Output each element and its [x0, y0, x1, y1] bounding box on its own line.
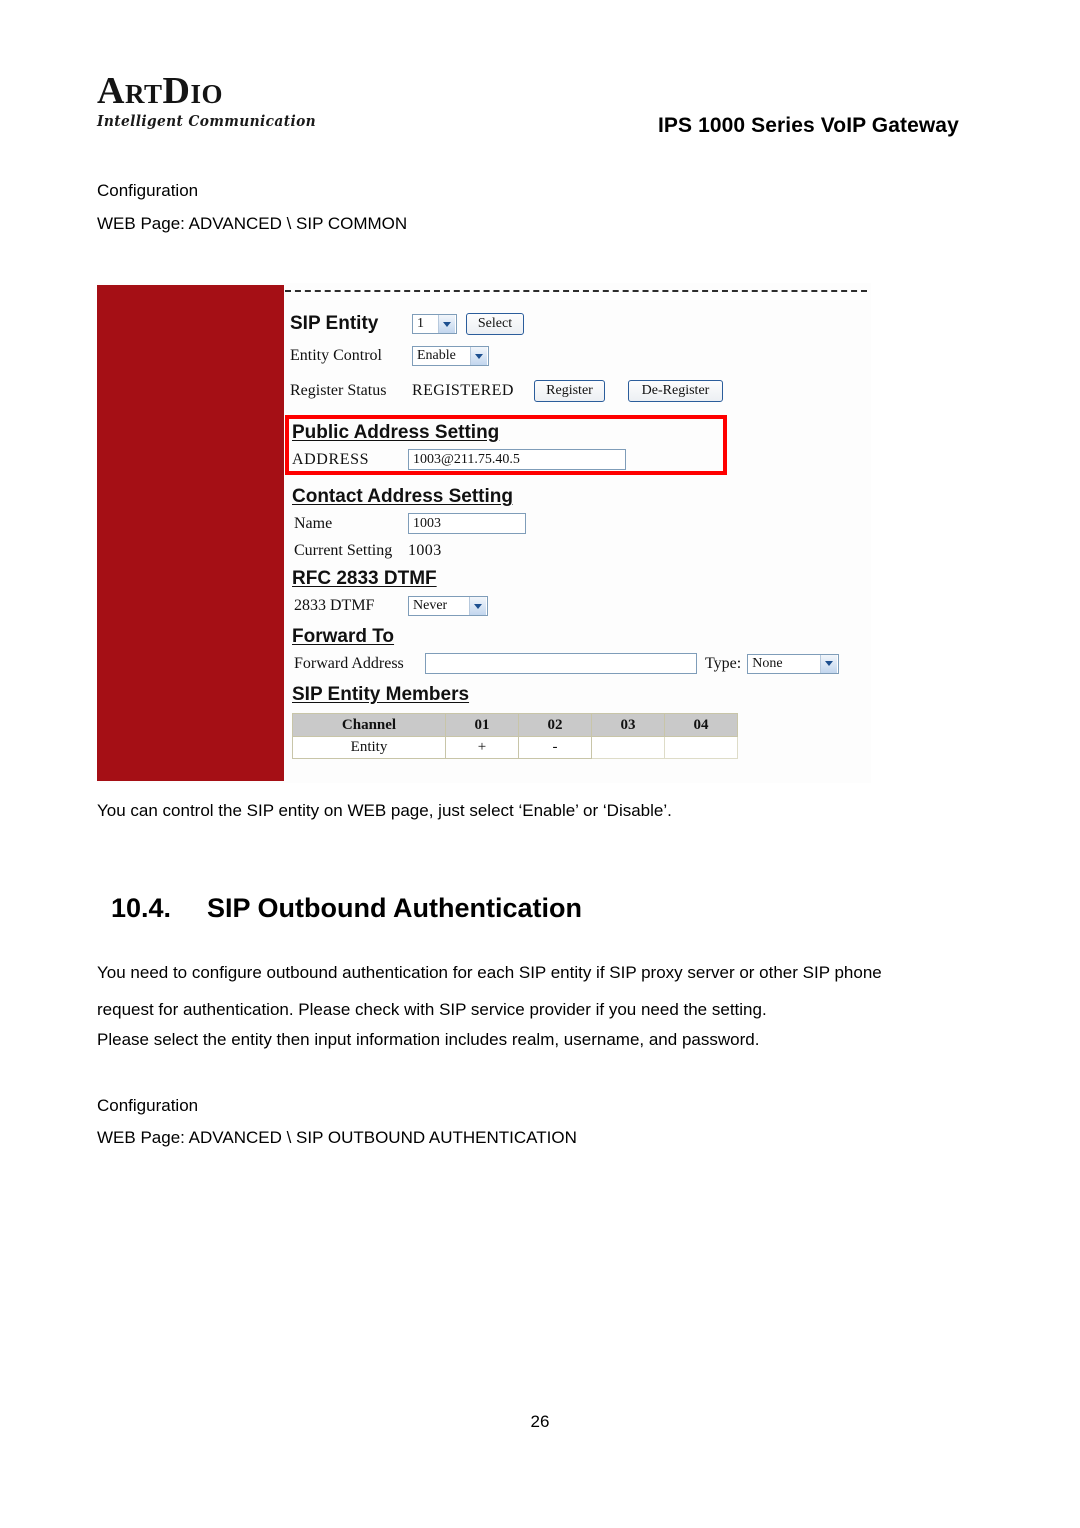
logo-letters-io: IO — [190, 79, 223, 109]
column-header-03: 03 — [591, 713, 665, 737]
chevron-down-icon — [820, 654, 838, 673]
forward-address-label: Forward Address — [294, 654, 404, 672]
address-input[interactable]: 1003@211.75.40.5 — [408, 449, 626, 470]
logo-wordmark: ARTDIO — [97, 72, 297, 110]
forward-type-label: Type: — [705, 654, 742, 672]
entity-cell-04[interactable] — [664, 736, 738, 759]
chevron-down-icon — [470, 347, 487, 365]
forward-address-input[interactable] — [425, 653, 697, 674]
web-page-path-top: WEB Page: ADVANCED \ SIP COMMON — [97, 214, 408, 233]
public-address-row: ADDRESS 1003@211.75.40.5 — [292, 449, 626, 470]
forward-type-select[interactable]: None — [747, 653, 840, 674]
dtmf-label: 2833 DTMF — [294, 597, 375, 614]
logo-letter-a: A — [97, 70, 125, 112]
table-row: Entity + - — [292, 736, 738, 759]
register-status-value: REGISTERED — [412, 382, 514, 399]
entity-cell-02[interactable]: - — [518, 736, 592, 759]
column-header-02: 02 — [518, 713, 592, 737]
column-header-01: 01 — [445, 713, 519, 737]
entity-control-value: Enable — [417, 348, 456, 363]
dashed-divider — [285, 290, 867, 292]
entity-control-row: Entity Control Enable — [290, 346, 489, 366]
app-sidebar-panel — [97, 285, 284, 781]
register-button[interactable]: Register — [534, 380, 605, 402]
deregister-button[interactable]: De-Register — [628, 380, 723, 402]
forward-to-heading: Forward To — [292, 626, 395, 647]
row-label-entity: Entity — [292, 736, 446, 759]
chevron-down-icon — [438, 315, 455, 333]
name-label: Name — [294, 514, 333, 532]
rfc2833-heading: RFC 2833 DTMF — [292, 568, 437, 589]
register-status-label: Register Status — [290, 382, 387, 399]
entity-control-select[interactable]: Enable — [412, 346, 489, 366]
logo-letters-rt: RT — [124, 79, 163, 109]
forward-type-value: None — [752, 655, 783, 671]
sip-entity-members-table: Channel 01 02 03 04 Entity + - — [292, 713, 738, 759]
entity-cell-01[interactable]: + — [445, 736, 519, 759]
select-button[interactable]: Select — [466, 313, 524, 335]
section-number: 10.4. — [111, 893, 172, 923]
dtmf-row: 2833 DTMF Never — [294, 596, 488, 616]
sip-entity-row: SIP Entity 1 Select — [290, 313, 524, 335]
chevron-down-icon — [469, 597, 486, 615]
section-heading: 10.4. SIP Outbound Authentication — [111, 893, 582, 924]
section-title: SIP Outbound Authentication — [207, 893, 582, 923]
contact-name-row: Name 1003 — [294, 513, 526, 534]
dtmf-value: Never — [413, 598, 448, 613]
forward-address-row: Forward Address Type: None — [294, 653, 840, 674]
sip-common-screenshot: SIP Entity 1 Select Entity Control Enabl… — [97, 283, 871, 783]
configuration-label-top: Configuration — [97, 181, 199, 200]
address-label: ADDRESS — [292, 450, 370, 468]
name-input[interactable]: 1003 — [408, 513, 526, 534]
sip-entity-select-value: 1 — [417, 316, 424, 331]
entity-control-label: Entity Control — [290, 347, 382, 364]
column-header-channel: Channel — [292, 713, 446, 737]
page-number: 26 — [530, 1412, 550, 1431]
sip-entity-members-heading: SIP Entity Members — [292, 684, 470, 705]
artdio-logo: ARTDIO Intelligent Communication — [97, 72, 317, 130]
logo-letter-d: D — [162, 70, 191, 112]
paragraph-line-1: You need to configure outbound authentic… — [97, 963, 882, 982]
logo-tagline: Intelligent Communication — [97, 113, 317, 130]
public-address-heading: Public Address Setting — [292, 422, 500, 443]
contact-address-heading: Contact Address Setting — [292, 486, 513, 507]
table-header-row: Channel 01 02 03 04 — [292, 713, 738, 737]
sip-entity-select[interactable]: 1 — [412, 314, 457, 334]
entity-cell-03[interactable] — [591, 736, 665, 759]
current-setting-label: Current Setting — [294, 542, 393, 559]
paragraph-line-3: Please select the entity then input info… — [97, 1030, 760, 1049]
column-header-04: 04 — [664, 713, 738, 737]
page-header: ARTDIO Intelligent Communication IPS 100… — [0, 0, 1080, 160]
web-page-path-bottom: WEB Page: ADVANCED \ SIP OUTBOUND AUTHEN… — [97, 1128, 577, 1147]
dtmf-select[interactable]: Never — [408, 596, 488, 616]
sip-entity-label: SIP Entity — [290, 313, 379, 334]
paragraph-line-2: request for authentication. Please check… — [97, 1000, 767, 1019]
app-main-panel: SIP Entity 1 Select Entity Control Enabl… — [284, 283, 871, 783]
configuration-label-bottom: Configuration — [97, 1096, 199, 1115]
sip-entity-note: You can control the SIP entity on WEB pa… — [97, 801, 672, 820]
product-title: IPS 1000 Series VoIP Gateway — [658, 114, 959, 137]
current-setting-row: Current Setting 1003 — [294, 542, 442, 560]
register-status-row: Register Status REGISTERED Register De-R… — [290, 380, 723, 402]
current-setting-value: 1003 — [408, 542, 442, 559]
